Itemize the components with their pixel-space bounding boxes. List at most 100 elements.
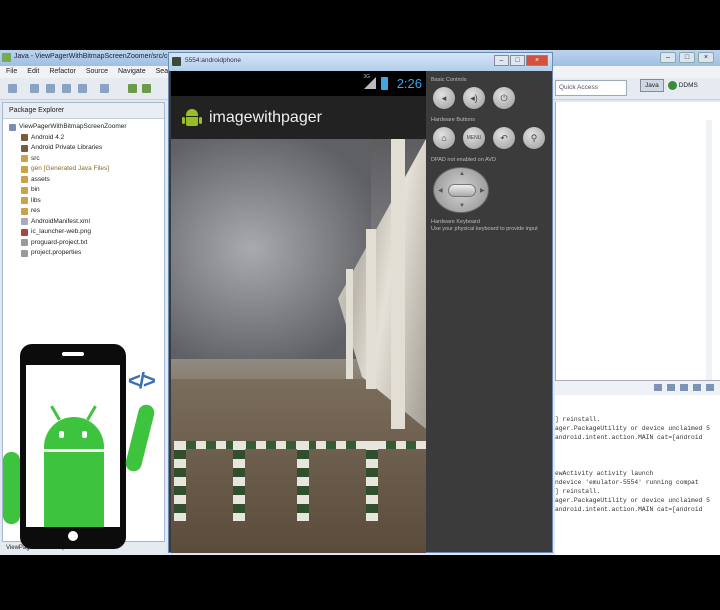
emulator-title: 5554:androidphone (185, 57, 242, 64)
back-button[interactable]: ↶ (493, 127, 515, 149)
bridge-pillar (391, 139, 405, 429)
hardware-buttons-label: Hardware Buttons (431, 117, 476, 123)
tree-item[interactable]: proguard-project.txt (9, 238, 164, 249)
menu-source[interactable]: Source (86, 68, 108, 76)
dpad[interactable]: ▲ ▼ ◀ ▶ (433, 167, 489, 213)
railing-post (366, 441, 378, 521)
new-icon[interactable] (8, 84, 17, 93)
tree-item[interactable]: src (9, 154, 164, 165)
emulator-title-bar: 5554:androidphone – □ × (169, 53, 552, 71)
basic-controls-label: Basic Controls (431, 77, 467, 83)
bridge-pillar (366, 229, 376, 389)
tree-item[interactable]: res (9, 206, 164, 217)
code-icon: </> (128, 368, 156, 393)
eclipse-title: Java - ViewPagerWithBitmapScreenZoomer/s… (14, 53, 186, 60)
console-toolbar (555, 381, 720, 395)
dpad-down-icon[interactable]: ▼ (459, 203, 465, 209)
app-title: imagewithpager (209, 108, 322, 126)
hardware-keyboard-label: Hardware Keyboard (431, 219, 480, 225)
perspective-java[interactable]: Java (640, 79, 664, 92)
tree-item[interactable]: ic_launcher-web.png (9, 227, 164, 238)
volume-up-button[interactable]: ◂) (463, 87, 485, 109)
dpad-label: DPAD not enabled on AVD (431, 157, 496, 163)
close-button[interactable]: × (698, 52, 714, 63)
minimize-button[interactable]: – (660, 52, 676, 63)
save-icon[interactable] (30, 84, 39, 93)
phone-home-button (68, 531, 78, 541)
run-icon[interactable] (78, 84, 87, 93)
print-icon[interactable] (46, 84, 55, 93)
home-button[interactable]: ⌂ (433, 127, 455, 149)
android-phone-logo (20, 344, 126, 549)
phone-screen (26, 365, 120, 527)
railing-post (174, 441, 186, 521)
emulator-minimize-button[interactable]: – (494, 55, 509, 66)
bridge-pillar (346, 269, 353, 379)
menu-button[interactable]: MENU (463, 127, 485, 149)
action-bar: imagewithpager (171, 96, 426, 139)
hardware-keyboard-hint: Use your physical keyboard to provide in… (431, 226, 538, 232)
tree-item[interactable]: assets (9, 175, 164, 186)
ddms-label: DDMS (678, 82, 698, 89)
package-explorer-header[interactable]: Package Explorer (3, 103, 164, 119)
tree-item[interactable]: gen [Generated Java Files] (9, 164, 164, 175)
quick-access-input[interactable]: Quick Access (555, 80, 627, 96)
emulator-controls: Basic Controls ◂ ◂) ⏻ Hardware Buttons ⌂… (427, 71, 552, 553)
tree-item[interactable]: Android Private Libraries (9, 143, 164, 154)
android-body (44, 452, 104, 527)
console-view: ] reinstall. ager.PackageUtility or devic… (555, 380, 720, 555)
eclipse-app-icon (2, 53, 11, 62)
emulator-window: 5554:androidphone – □ × 3G 2:26 imagewit… (168, 52, 553, 553)
android-sdk-icon[interactable] (128, 84, 137, 93)
phone-speaker (62, 352, 84, 356)
menu-edit[interactable]: Edit (27, 68, 39, 76)
dpad-up-icon[interactable]: ▲ (459, 171, 465, 177)
perspective-ddms[interactable]: DDMS (667, 81, 698, 90)
display-console-icon[interactable] (693, 384, 701, 391)
sky (171, 139, 371, 359)
dpad-left-icon[interactable]: ◀ (438, 187, 443, 194)
menu-file[interactable]: File (6, 68, 17, 76)
editor-scrollbar[interactable] (706, 120, 712, 410)
tree-item[interactable]: libs (9, 196, 164, 207)
tree-item[interactable]: AndroidManifest.xml (9, 217, 164, 228)
pin-icon[interactable] (680, 384, 688, 391)
emulator-maximize-button[interactable]: □ (510, 55, 525, 66)
minimize-icon[interactable] (706, 384, 714, 391)
battery-icon (381, 77, 388, 90)
console-output: ] reinstall. ager.PackageUtility or devic… (555, 416, 710, 513)
editor-area[interactable] (555, 102, 720, 424)
clear-console-icon[interactable] (654, 384, 662, 391)
tree-item[interactable]: project.properties (9, 248, 164, 259)
dpad-center-button[interactable] (448, 184, 476, 197)
railing-post (233, 441, 245, 521)
volume-down-button[interactable]: ◂ (433, 87, 455, 109)
tree-project[interactable]: ViewPagerWithBitmapScreenZoomer (9, 122, 164, 133)
menu-navigate[interactable]: Navigate (118, 68, 146, 76)
emulator-close-button[interactable]: × (526, 55, 548, 66)
dpad-right-icon[interactable]: ▶ (480, 187, 485, 194)
search-button[interactable]: ⚲ (523, 127, 545, 149)
android-status-bar: 3G 2:26 (171, 71, 426, 96)
tree-item[interactable]: bin (9, 185, 164, 196)
clock: 2:26 (396, 76, 422, 91)
signal-icon (364, 77, 376, 89)
ddms-icon (667, 81, 677, 90)
avd-manager-icon[interactable] (142, 84, 151, 93)
perspective-switcher: Java DDMS (640, 79, 698, 92)
scroll-lock-icon[interactable] (667, 384, 675, 391)
emulator-icon (172, 57, 181, 66)
android-head (44, 417, 104, 449)
emulator-screen[interactable]: 3G 2:26 imagewithpager (171, 71, 426, 553)
menu-refactor[interactable]: Refactor (49, 68, 75, 76)
android-left-arm (3, 452, 20, 524)
tree-item[interactable]: Android 4.2 (9, 133, 164, 144)
debug-icon[interactable] (62, 84, 71, 93)
pager-image[interactable] (171, 139, 426, 553)
power-button[interactable]: ⏻ (493, 87, 515, 109)
railing-post (297, 441, 309, 521)
project-icon (9, 123, 16, 131)
maximize-button[interactable]: □ (679, 52, 695, 63)
search-icon[interactable] (100, 84, 109, 93)
android-app-icon (182, 107, 202, 129)
